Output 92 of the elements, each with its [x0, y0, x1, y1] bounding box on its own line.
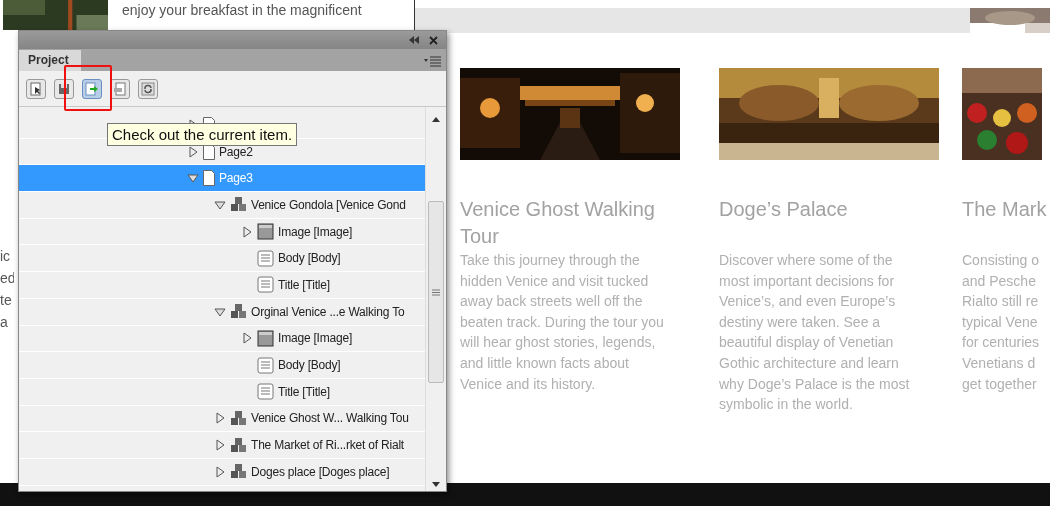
card-text-line: Gothic architecture and learn: [719, 353, 900, 373]
card-text-line: away back streets well off the: [460, 292, 644, 312]
card-text-line: and Pesche: [962, 271, 1037, 291]
toolbar-button[interactable]: [26, 78, 46, 99]
card-text-line: Venice and its history.: [460, 374, 597, 394]
tree-row[interactable]: Body [Body]: [19, 245, 425, 273]
document-box-icon: [113, 81, 127, 96]
card-title: The Mark: [962, 197, 1048, 222]
tree-item-label: Title [Title]: [278, 384, 330, 399]
card-text-line: most important decisions for: [719, 271, 896, 291]
image-icon: [257, 223, 274, 241]
card-text-line: typical Vene: [962, 312, 1039, 332]
tree-item-label: Body [Body]: [278, 358, 341, 373]
tree-row[interactable]: Title [Title]: [19, 378, 425, 406]
tree-item-label: Page2: [219, 144, 253, 159]
collapse-icon[interactable]: [214, 305, 226, 318]
tree-row[interactable]: Title [Title]: [19, 272, 425, 299]
text-fragment: ed: [0, 270, 14, 287]
card-text-line: destiny were taken. See a: [719, 312, 882, 332]
card-text-line: Discover where some of the: [719, 251, 894, 270]
panel-tab[interactable]: Project: [19, 50, 81, 71]
intro-text: enjoy your breakfast in the magnificent: [122, 1, 362, 20]
collapse-icon[interactable]: [187, 172, 199, 185]
tree-row[interactable]: Orginal Venice ...e Walking To: [19, 298, 425, 326]
tree-item-label: The Market of Ri...rket of Rialt: [251, 438, 404, 453]
toolbar-button[interactable]: [138, 78, 158, 99]
card-title: Venice Ghost Walking Tour: [460, 197, 656, 249]
expand-icon[interactable]: [187, 145, 199, 158]
tree-item-label: Orginal Venice ...e Walking To: [251, 304, 405, 319]
card-text-line: Venice’s, and even Europe’s: [719, 292, 897, 312]
card-text-line: why Doge’s Palace is the most: [719, 374, 911, 394]
tree-row[interactable]: Image [Image]: [19, 218, 425, 246]
cubes-icon: [230, 436, 247, 454]
scroll-up-icon[interactable]: [432, 117, 440, 122]
tree-row[interactable]: The Market of Ri...rket of Rialt: [19, 432, 425, 459]
tree-item-label: Page3: [219, 171, 253, 186]
collapse-panel-icon[interactable]: [409, 36, 419, 44]
expand-icon[interactable]: [214, 412, 226, 425]
collapse-icon[interactable]: [214, 198, 226, 211]
text-fragment: te: [0, 292, 13, 309]
card-text-line: for centuries: [962, 333, 1041, 353]
tree-item-label: Title [Title]: [278, 277, 330, 292]
scroll-thumb[interactable]: [428, 201, 444, 383]
text-icon: [257, 249, 274, 267]
tree-row[interactable]: Image [Image]: [19, 325, 425, 353]
text-fragment: a: [0, 314, 9, 331]
cubes-icon: [230, 409, 247, 427]
highlight-frame: [64, 65, 112, 111]
tree-item-label: Doges place [Doges place]: [251, 464, 390, 479]
document-pointer-icon: [29, 81, 43, 96]
cubes-icon: [230, 463, 247, 481]
card-title: Doge’s Palace: [719, 197, 849, 222]
tree-row[interactable]: Body [Body]: [19, 352, 425, 379]
tree-row[interactable]: Venice Gondola [Venice Gond: [19, 192, 425, 219]
refresh-icon: [141, 81, 155, 96]
image-icon: [257, 329, 274, 347]
tree-row[interactable]: Doges place [Doges place]: [19, 458, 425, 486]
card-text-line: Rialto still re: [962, 292, 1040, 312]
close-icon[interactable]: [429, 35, 438, 45]
scroll-down-icon[interactable]: [432, 482, 440, 487]
tree-row[interactable]: Venice Ghost W... Walking Tou: [19, 405, 425, 433]
menu-icon[interactable]: [424, 55, 442, 67]
tree-item-label: Image [Image]: [278, 224, 353, 239]
text-icon: [257, 356, 274, 374]
tree-item-label: Body [Body]: [278, 251, 341, 266]
scrollbar[interactable]: [425, 107, 446, 491]
card-text-line: hidden Venice and visit tucked: [460, 271, 650, 291]
card-text-line: will hear ghost stories, legends,: [460, 333, 657, 353]
card-text-line: Take this journey through the: [460, 251, 641, 270]
expand-icon[interactable]: [214, 465, 226, 478]
text-fragment: ic: [0, 248, 12, 265]
text-icon: [257, 276, 274, 294]
text-icon: [257, 383, 274, 401]
tree-item-label: Venice Gondola [Venice Gond: [251, 197, 406, 212]
card-text-line: Venetians d: [962, 353, 1037, 373]
card-text-line: Consisting o: [962, 251, 1041, 270]
expand-icon[interactable]: [214, 439, 226, 452]
card-text-line: symbolic in the world.: [719, 395, 854, 415]
card-text-line: beaten track. During the tour you: [460, 312, 665, 332]
cubes-icon: [230, 303, 247, 321]
card-text-line: and little known facts about: [460, 353, 630, 373]
card-text-line: beautiful display of Venetian: [719, 333, 895, 353]
expand-icon[interactable]: [241, 332, 253, 345]
tooltip: Check out the current item.: [107, 123, 298, 146]
cubes-icon: [230, 196, 247, 214]
card-text-line: get together: [962, 374, 1038, 394]
tree-item-label: Image [Image]: [278, 331, 353, 346]
expand-icon[interactable]: [241, 225, 253, 238]
tree-item-label: Venice Ghost W... Walking Tou: [251, 411, 409, 426]
page-icon: [203, 143, 215, 160]
page-icon: [203, 170, 215, 187]
save-icon: [57, 81, 71, 96]
